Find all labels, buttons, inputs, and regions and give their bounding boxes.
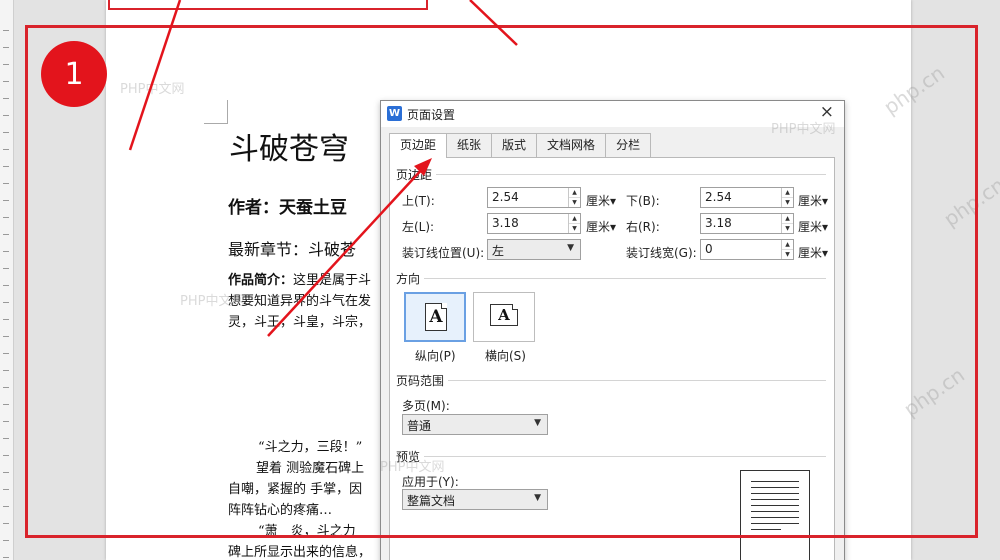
- ruler-tick: [3, 557, 9, 558]
- ruler-tick: [3, 387, 9, 388]
- ruler-tick: [3, 47, 9, 48]
- ruler-tick: [3, 336, 9, 337]
- ruler-tick: [3, 30, 9, 31]
- ruler-tick: [3, 166, 9, 167]
- body-line: 碑上所显示出来的信息，: [228, 545, 372, 560]
- vertical-ruler: [0, 0, 14, 560]
- ruler-tick: [3, 183, 9, 184]
- ruler-tick: [3, 217, 9, 218]
- ruler-tick: [3, 472, 9, 473]
- ruler-tick: [3, 438, 9, 439]
- ruler-tick: [3, 404, 9, 405]
- ruler-tick: [3, 149, 9, 150]
- ruler-tick: [3, 506, 9, 507]
- ruler-tick: [3, 115, 9, 116]
- ruler-tick: [3, 353, 9, 354]
- ruler-tick: [3, 489, 9, 490]
- ruler-tick: [3, 421, 9, 422]
- ruler-tick: [3, 523, 9, 524]
- ruler-tick: [3, 302, 9, 303]
- ruler-tick: [3, 200, 9, 201]
- ruler-tick: [3, 234, 9, 235]
- step-badge: 1: [41, 41, 107, 107]
- ruler-tick: [3, 64, 9, 65]
- ruler-tick: [3, 285, 9, 286]
- tab-margins[interactable]: 页边距: [389, 133, 448, 158]
- ruler-tick: [3, 81, 9, 82]
- ruler-tick: [3, 319, 9, 320]
- ruler-tick: [3, 132, 9, 133]
- ruler-tick: [3, 370, 9, 371]
- ruler-tick: [3, 540, 9, 541]
- highlight-frame: [25, 25, 978, 538]
- ruler-tick: [3, 251, 9, 252]
- ruler-tick: [3, 455, 9, 456]
- highlight-box-top: [108, 0, 428, 10]
- ruler-tick: [3, 268, 9, 269]
- ruler-tick: [3, 98, 9, 99]
